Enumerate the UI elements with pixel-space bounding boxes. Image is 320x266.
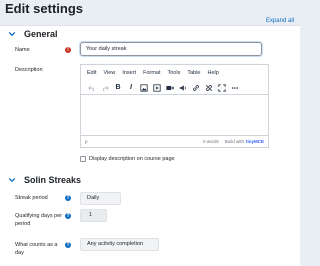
help-icon[interactable]: ?: [65, 195, 71, 201]
streak-period-label: Streak period: [15, 195, 48, 201]
image-icon[interactable]: [139, 83, 149, 93]
menu-format[interactable]: Format: [143, 70, 160, 76]
display-description-label: Display description on course page: [89, 156, 175, 162]
undo-icon[interactable]: [87, 83, 97, 93]
editor-statusbar: p 0 words Build with tinyMCE: [81, 135, 268, 147]
word-count: 0 words: [202, 139, 219, 144]
streak-period-select[interactable]: Daily: [80, 192, 121, 205]
counts-as-day-label-line2: day: [15, 250, 24, 256]
general-section-title: General: [24, 29, 58, 39]
more-icon[interactable]: [230, 83, 240, 93]
display-description-row[interactable]: Display description on course page: [80, 156, 175, 162]
editor-content-area[interactable]: [81, 95, 268, 135]
qualifying-days-label: Qualifying days per period: [15, 212, 62, 228]
menu-view[interactable]: View: [103, 70, 115, 76]
help-icon[interactable]: ?: [65, 242, 71, 248]
editor-toolbar: B I: [81, 81, 268, 95]
general-section-header[interactable]: General: [8, 29, 58, 39]
help-icon[interactable]: ?: [65, 213, 71, 219]
menu-edit[interactable]: Edit: [87, 70, 96, 76]
menu-tools[interactable]: Tools: [168, 70, 181, 76]
expand-all-link[interactable]: Expand all: [266, 18, 294, 24]
bold-button[interactable]: B: [113, 83, 123, 93]
menu-table[interactable]: Table: [187, 70, 200, 76]
solin-section-title: Solin Streaks: [24, 175, 82, 185]
qualifying-days-label-line1: Qualifying days per: [15, 213, 63, 219]
qualifying-days-label-line2: period: [15, 221, 31, 227]
audio-icon[interactable]: [178, 83, 188, 93]
italic-button[interactable]: I: [126, 83, 136, 93]
element-path[interactable]: p: [85, 139, 203, 144]
counts-as-day-select[interactable]: Any activity completion: [80, 238, 159, 251]
menu-insert[interactable]: Insert: [122, 70, 136, 76]
link-icon[interactable]: [191, 83, 201, 93]
name-field[interactable]: Your daily streak: [80, 42, 262, 56]
chevron-down-icon: [8, 31, 16, 37]
description-editor[interactable]: Edit View Insert Format Tools Table Help…: [80, 64, 269, 148]
chevron-down-icon: [8, 177, 16, 183]
name-label: Name: [15, 47, 30, 53]
counts-as-day-label-line1: What counts as a: [15, 242, 58, 248]
editor-menubar: Edit View Insert Format Tools Table Help: [81, 65, 268, 81]
description-label: Description: [15, 67, 43, 73]
fullscreen-icon[interactable]: [217, 83, 227, 93]
counts-as-day-label: What counts as a day: [15, 241, 58, 257]
page-title: Edit settings: [5, 1, 84, 16]
built-with-label: Build with: [224, 139, 244, 144]
qualifying-days-input[interactable]: 1: [80, 209, 107, 222]
media-icon[interactable]: [152, 83, 162, 93]
required-icon: !: [65, 47, 71, 53]
unlink-icon[interactable]: [204, 83, 214, 93]
menu-help[interactable]: Help: [208, 70, 219, 76]
tinymce-logo[interactable]: tinyMCE: [246, 139, 264, 144]
solin-section-header[interactable]: Solin Streaks: [8, 175, 81, 185]
video-icon[interactable]: [165, 83, 175, 93]
redo-icon[interactable]: [100, 83, 110, 93]
display-description-checkbox[interactable]: [80, 156, 86, 162]
